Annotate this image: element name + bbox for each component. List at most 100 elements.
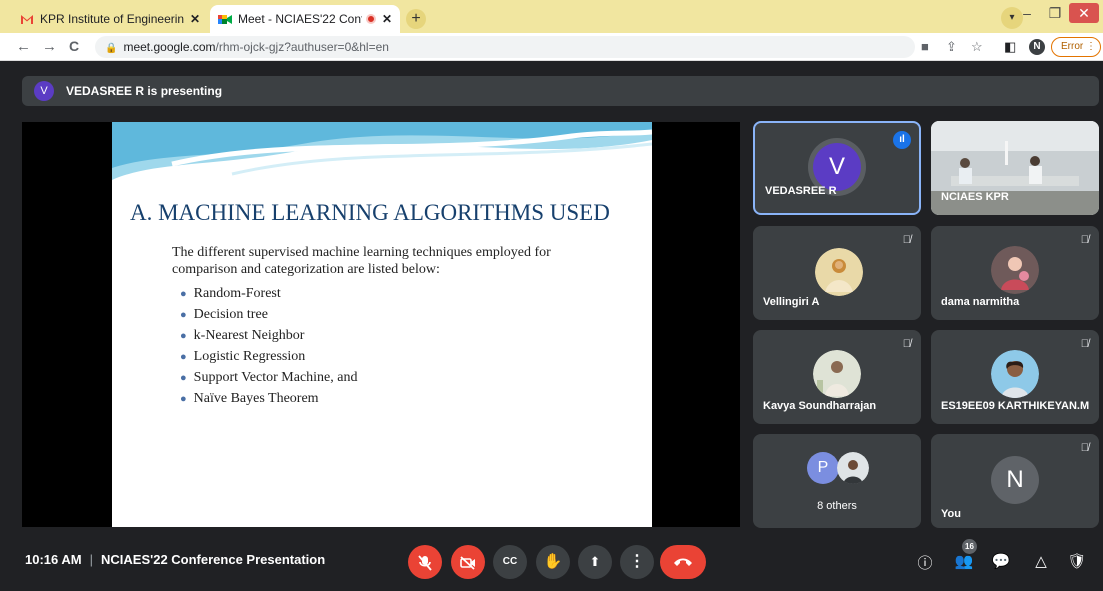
more-vert-icon: ⋮ — [629, 553, 645, 570]
participant-name: Vellingiri A — [763, 296, 820, 308]
bookmark-star-icon[interactable]: ☆ — [971, 39, 983, 55]
host-controls-icon[interactable]: 🛡 — [1066, 552, 1088, 570]
hand-icon: ✋ — [543, 553, 563, 570]
leave-call-button[interactable] — [660, 545, 706, 579]
new-tab-button[interactable]: + — [406, 9, 426, 29]
tab-meet[interactable]: Meet - NCIAES'22 Conferenc ✕ — [210, 5, 400, 33]
list-item: ● Support Vector Machine, and — [180, 370, 358, 385]
meeting-time: 10:16 AM — [25, 552, 82, 567]
lock-icon: 🔒 — [105, 43, 118, 54]
avatar — [837, 452, 869, 484]
people-count-badge: 16 — [962, 539, 977, 554]
participant-tile-others[interactable]: P 8 others — [753, 434, 921, 528]
speaking-indicator-icon: ıl — [893, 131, 911, 149]
url-bar[interactable]: 🔒 meet.google.com/rhm-ojck-gjz?authuser=0… — [95, 36, 915, 58]
meet-icon — [218, 13, 232, 25]
bullet-icon: ● — [180, 309, 187, 321]
activities-icon[interactable]: △ — [1030, 552, 1052, 570]
avatar — [813, 350, 861, 398]
tab-title: Meet - NCIAES'22 Conferenc — [238, 12, 362, 26]
camera-off-icon — [460, 555, 475, 570]
window-controls: – ❐ ✕ — [1013, 0, 1103, 26]
slide-intro: The different supervised machine learnin… — [172, 245, 551, 277]
url-path: /rhm-ojck-gjz?authuser=0&hl=en — [215, 40, 389, 54]
bullet-icon: ● — [180, 330, 187, 342]
slide: A. MACHINE LEARNING ALGORITHMS USED The … — [112, 122, 652, 527]
recording-indicator-icon — [365, 14, 376, 24]
participant-tile-kavya[interactable]: 🎙̸ Kavya Soundharrajan — [753, 330, 921, 424]
meeting-title: NCIAES'22 Conference Presentation — [101, 552, 326, 567]
close-tab-icon[interactable]: ✕ — [190, 12, 200, 26]
gmail-icon — [20, 13, 34, 25]
participant-name: You — [941, 508, 961, 520]
forward-icon[interactable]: → — [42, 38, 57, 55]
camera-off-button[interactable] — [451, 545, 485, 579]
participant-tile-dama[interactable]: 🎙̸ dama narmitha — [931, 226, 1099, 320]
participant-tile-nciaes[interactable]: NCIAES KPR — [931, 121, 1099, 215]
share-icon[interactable]: ⇪ — [946, 39, 957, 55]
muted-mic-icon: 🎙̸ — [902, 338, 911, 350]
raise-hand-button[interactable]: ✋ — [536, 545, 570, 579]
mic-off-icon — [418, 554, 432, 571]
participant-tile-karthikeyan[interactable]: 🎙̸ ES19EE09 KARTHIKEYAN.M — [931, 330, 1099, 424]
close-window-icon[interactable]: ✕ — [1069, 3, 1099, 23]
browser-tab-strip: KPR Institute of Engineering and ✕ Meet … — [0, 0, 1103, 33]
back-icon[interactable]: ← — [16, 38, 31, 55]
restore-icon[interactable]: ❐ — [1041, 5, 1069, 22]
minimize-icon[interactable]: – — [1013, 5, 1041, 21]
avatar: P — [807, 452, 839, 484]
participant-name: NCIAES KPR — [941, 191, 1009, 203]
list-item: ● Decision tree — [180, 307, 268, 322]
url-host: meet.google.com — [123, 40, 216, 54]
reload-icon[interactable]: C — [69, 38, 79, 54]
muted-mic-icon: 🎙̸ — [1080, 338, 1089, 350]
avatar — [991, 350, 1039, 398]
error-button[interactable]: Error ⋮ — [1051, 37, 1101, 57]
presentation-stage: A. MACHINE LEARNING ALGORITHMS USED The … — [22, 122, 740, 527]
slide-title: A. MACHINE LEARNING ALGORITHMS USED — [130, 200, 610, 225]
tab-title: KPR Institute of Engineering and — [40, 12, 184, 26]
avatar: N — [991, 456, 1039, 504]
microphone-off-button[interactable] — [408, 545, 442, 579]
bullet-icon: ● — [180, 351, 187, 363]
bullet-icon: ● — [180, 393, 187, 405]
avatar: V — [34, 81, 54, 101]
meeting-details-icon[interactable]: ⓘ — [914, 552, 936, 573]
participant-name: Kavya Soundharrajan — [763, 400, 877, 412]
participant-tile-you[interactable]: N 🎙̸ You — [931, 434, 1099, 528]
muted-mic-icon: 🎙̸ — [902, 234, 911, 246]
profile-avatar[interactable]: N — [1029, 39, 1045, 55]
bullet-icon: ● — [180, 372, 187, 384]
chat-icon[interactable]: 💬 — [990, 552, 1012, 570]
people-icon[interactable]: 👥 — [953, 552, 975, 570]
more-options-button[interactable]: ⋮ — [620, 545, 654, 579]
participant-tile-vedasree[interactable]: V ıl VEDASREE R — [753, 121, 921, 215]
error-label: Error — [1061, 41, 1084, 52]
tab-gmail[interactable]: KPR Institute of Engineering and ✕ — [12, 5, 208, 33]
participant-name: ES19EE09 KARTHIKEYAN.M — [941, 400, 1090, 412]
close-tab-icon[interactable]: ✕ — [382, 12, 392, 26]
slide-bullet-list: ● Random-Forest ● Decision tree ● k-Nearest… — [180, 283, 357, 409]
list-item: ● Logistic Regression — [180, 349, 306, 364]
slide-wave-decoration — [112, 122, 652, 192]
participant-tile-vellingiri[interactable]: 🎙̸ Vellingiri A — [753, 226, 921, 320]
present-screen-icon: ⬆ — [589, 554, 601, 569]
list-item: ● k-Nearest Neighbor — [180, 328, 305, 343]
present-now-button[interactable]: ⬆ — [578, 545, 612, 579]
avatar — [815, 248, 863, 296]
address-toolbar: ← → C 🔒 meet.google.com/rhm-ojck-gjz?auth… — [0, 33, 1103, 61]
captions-button[interactable]: CC — [493, 545, 527, 579]
muted-mic-icon: 🎙̸ — [1080, 234, 1089, 246]
meeting-info: 10:16 AM | NCIAES'22 Conference Presentati… — [25, 552, 326, 567]
meeting-controls-bar: 10:16 AM | NCIAES'22 Conference Presentati… — [0, 540, 1103, 580]
list-item: ● Random-Forest — [180, 286, 281, 301]
camera-in-use-icon[interactable]: ■ — [921, 39, 929, 54]
presenting-banner: V VEDASREE R is presenting — [22, 76, 1099, 106]
phone-hangup-icon — [674, 558, 692, 567]
side-panel-icon[interactable]: ◧ — [1004, 39, 1016, 55]
list-item: ● Naïve Bayes Theorem — [180, 391, 319, 406]
muted-mic-icon: 🎙̸ — [1080, 442, 1089, 454]
captions-icon: CC — [502, 556, 518, 567]
others-label: 8 others — [817, 500, 857, 512]
participant-name: dama narmitha — [941, 296, 1020, 308]
